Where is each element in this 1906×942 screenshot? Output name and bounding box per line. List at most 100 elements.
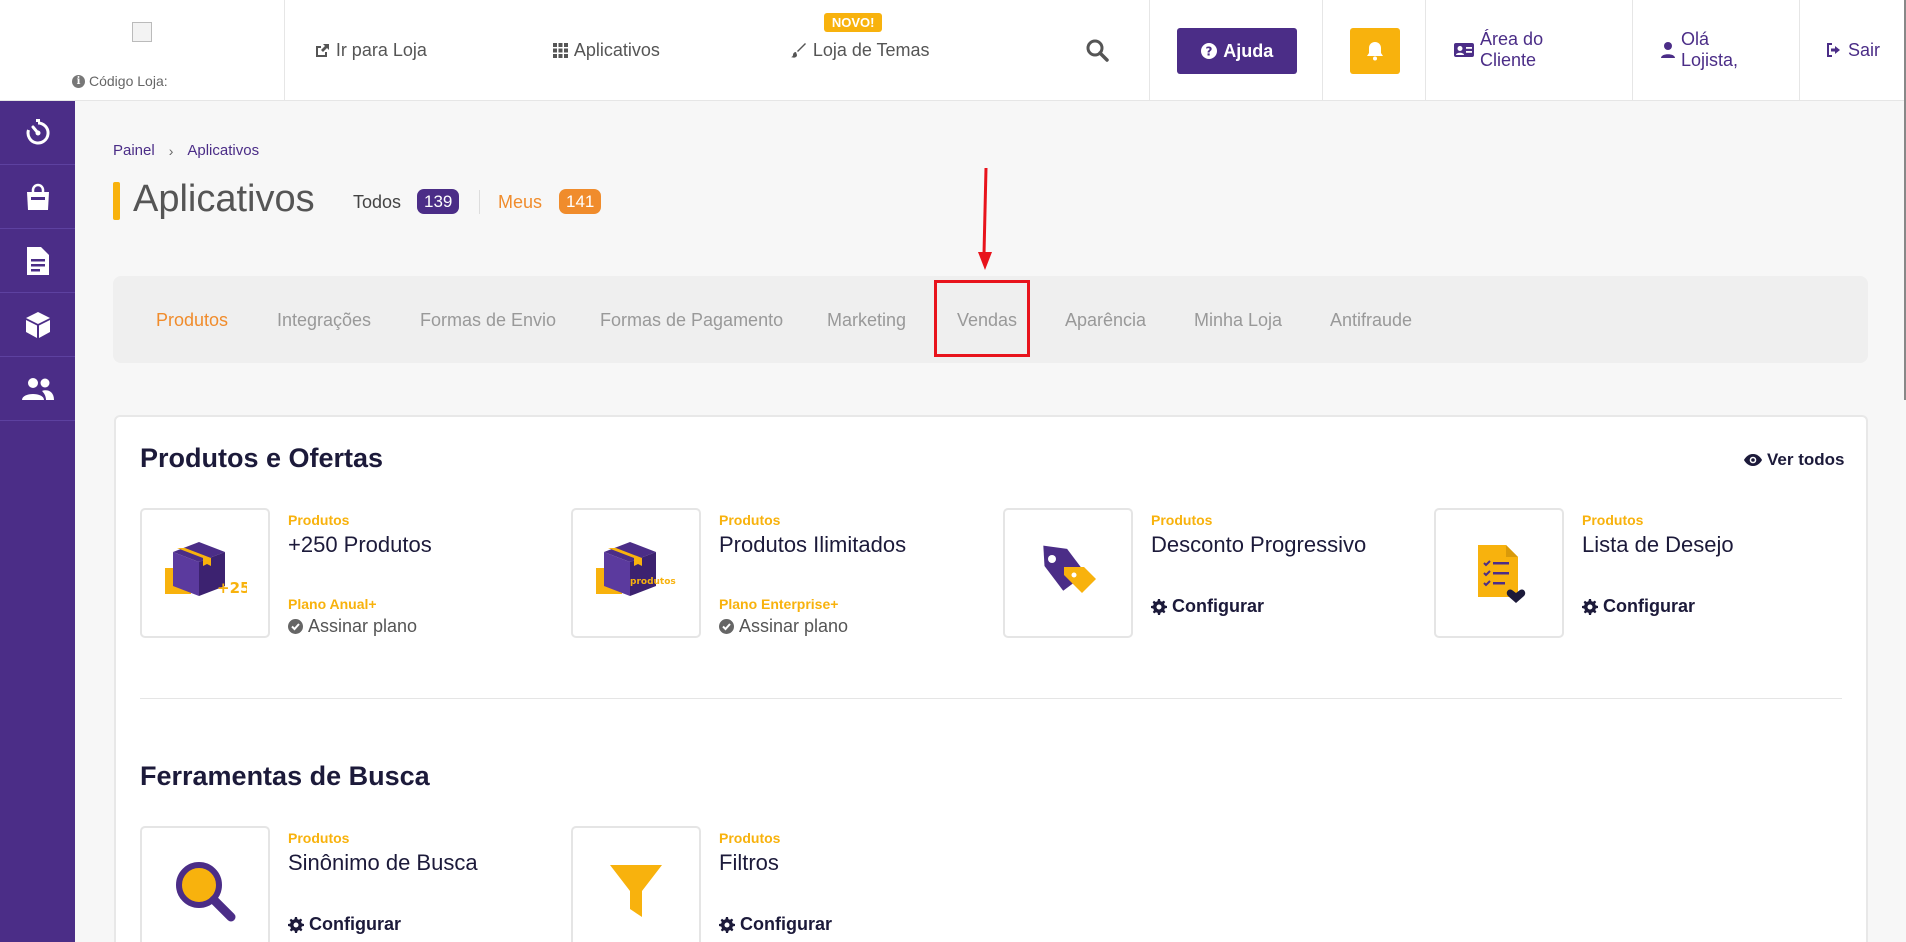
all-apps-count: 139: [417, 189, 460, 214]
title-accent-bar: [113, 182, 120, 220]
breadcrumb-current: Aplicativos: [187, 142, 260, 159]
bell-icon: [1367, 42, 1384, 61]
document-icon: [26, 246, 49, 275]
check-circle-icon: [288, 619, 303, 634]
tab-produtos[interactable]: Produtos: [156, 310, 228, 331]
grid-icon: [552, 43, 568, 58]
app-category: Produtos: [719, 830, 781, 846]
app-thumbnail: [140, 826, 270, 942]
tab-formas-de-pagamento[interactable]: Formas de Pagamento: [600, 310, 783, 331]
app-thumbnail: produtos ilimitados: [571, 508, 701, 638]
app-thumbnail: [1434, 508, 1564, 638]
sidebar: [0, 101, 75, 942]
search-icon: [1086, 39, 1109, 62]
app-card[interactable]: Produtos Lista de Desejo Configurar: [1434, 508, 1854, 638]
app-name[interactable]: Desconto Progressivo: [1151, 532, 1366, 558]
user-icon: [1661, 42, 1675, 58]
store-code-label: Código Loja:: [89, 73, 168, 89]
app-name[interactable]: Filtros: [719, 850, 779, 876]
breadcrumb-home[interactable]: Painel: [113, 142, 155, 159]
sidebar-item-documents[interactable]: [0, 229, 75, 293]
app-card[interactable]: produtos ilimitados Produtos Produtos Il…: [571, 508, 991, 638]
id-card-icon: [1454, 43, 1475, 57]
configure-button[interactable]: Configurar: [1582, 596, 1695, 617]
bag-icon: [26, 183, 49, 210]
app-name[interactable]: +250 Produtos: [288, 532, 432, 558]
user-menu[interactable]: Olá Lojista,: [1633, 0, 1800, 100]
notifications-button[interactable]: [1350, 28, 1401, 74]
brush-icon: [790, 42, 806, 58]
info-icon: i: [72, 74, 85, 88]
app-thumbnail: [571, 826, 701, 942]
filter-divider: [479, 190, 480, 214]
gear-icon: [719, 916, 735, 933]
help-button[interactable]: ? Ajuda: [1177, 28, 1298, 74]
app-card[interactable]: Produtos Sinônimo de Busca Configurar: [140, 826, 560, 942]
tab-minha-loja[interactable]: Minha Loja: [1194, 310, 1282, 331]
tab-marketing[interactable]: Marketing: [827, 310, 906, 331]
section-divider: [140, 698, 1842, 699]
client-area-link[interactable]: Área do Cliente: [1426, 0, 1634, 100]
app-name[interactable]: Sinônimo de Busca: [288, 850, 478, 876]
search-button[interactable]: [1085, 38, 1109, 67]
app-category: Produtos: [719, 512, 781, 528]
app-name[interactable]: Produtos Ilimitados: [719, 532, 906, 558]
app-card[interactable]: +250 Produtos +250 Produtos Plano Anual+…: [140, 508, 560, 638]
tab-integracoes[interactable]: Integrações: [277, 310, 371, 331]
tab-formas-de-envio[interactable]: Formas de Envio: [420, 310, 556, 331]
app-category: Produtos: [288, 830, 350, 846]
store-code: i Código Loja:: [72, 73, 168, 89]
box-icon: [25, 311, 50, 338]
app-thumbnail: [1003, 508, 1133, 638]
gear-icon: [1582, 598, 1598, 615]
app-card[interactable]: Produtos Desconto Progressivo Configurar: [1003, 508, 1423, 638]
see-all-link[interactable]: Ver todos: [1744, 450, 1844, 470]
app-category: Produtos: [1582, 512, 1644, 528]
go-to-store-link[interactable]: Ir para Loja: [314, 40, 427, 61]
app-thumbnail: +250: [140, 508, 270, 638]
page-title: Aplicativos: [133, 178, 315, 220]
logout-link[interactable]: Sair: [1800, 0, 1906, 100]
app-card[interactable]: Produtos Filtros Configurar: [571, 826, 991, 942]
boxes-icon: +250: [165, 542, 247, 597]
filter-icon: [610, 865, 662, 917]
configure-button[interactable]: Configurar: [1151, 596, 1264, 617]
dashboard-icon: [26, 118, 50, 144]
svg-text:+250: +250: [217, 579, 247, 597]
sign-out-icon: [1826, 43, 1840, 57]
subscribe-plan-button[interactable]: Assinar plano: [288, 616, 417, 637]
section-title: Produtos e Ofertas: [140, 443, 384, 473]
app-plan: Plano Anual+: [288, 596, 377, 612]
breadcrumb: Painel › Aplicativos: [113, 142, 259, 159]
sidebar-item-customers[interactable]: [0, 357, 75, 421]
gear-icon: [288, 916, 304, 933]
app-category: Produtos: [288, 512, 350, 528]
top-nav: Ir para Loja Aplicativos NOVO! Loja de T…: [285, 0, 1151, 100]
sidebar-item-products[interactable]: [0, 293, 75, 357]
gear-icon: [1151, 598, 1167, 615]
subscribe-plan-button[interactable]: Assinar plano: [719, 616, 848, 637]
notifications-area: [1323, 0, 1427, 100]
my-apps-filter[interactable]: Meus: [498, 192, 542, 213]
svg-text:produtos ilimitados: produtos ilimitados: [630, 577, 678, 587]
configure-button[interactable]: Configurar: [719, 914, 832, 935]
tab-antifraude[interactable]: Antifraude: [1330, 310, 1412, 331]
tab-aparencia[interactable]: Aparência: [1065, 310, 1146, 331]
store-logo[interactable]: [132, 22, 152, 42]
sidebar-item-orders[interactable]: [0, 165, 75, 229]
sidebar-item-dashboard[interactable]: [0, 101, 75, 165]
app-name[interactable]: Lista de Desejo: [1582, 532, 1734, 558]
app-category: Produtos: [1151, 512, 1213, 528]
annotation-arrow: [978, 168, 992, 270]
users-icon: [21, 377, 54, 400]
boxes-icon: produtos ilimitados: [596, 542, 678, 596]
top-bar: i Código Loja: Ir para Loja Aplicativos …: [0, 0, 1906, 101]
new-badge: NOVO!: [823, 13, 883, 32]
configure-button[interactable]: Configurar: [288, 914, 401, 935]
check-circle-icon: [719, 619, 734, 634]
theme-store-link[interactable]: Loja de Temas: [790, 40, 930, 61]
magnifier-icon: [176, 862, 236, 922]
all-apps-filter[interactable]: Todos: [353, 192, 401, 213]
applications-link[interactable]: Aplicativos: [552, 40, 660, 61]
wishlist-icon: [1478, 545, 1526, 603]
